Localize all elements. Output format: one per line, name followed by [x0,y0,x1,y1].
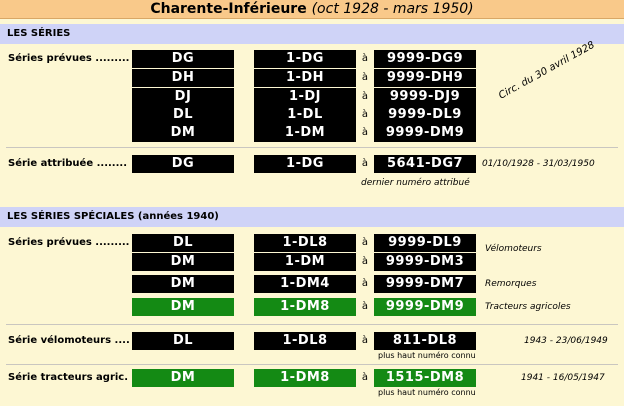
plate-from: 1-DG [254,155,356,173]
plate-to: 9999-DM9 [374,124,476,142]
to-separator: à [361,158,369,169]
plate-from: 1-DJ [254,88,356,106]
title-subtitle: (oct 1928 - mars 1950) [311,1,474,17]
plate-to: 811-DL8 [374,332,476,350]
plate-from: 1-DH [254,69,356,87]
plate-series: DM [132,298,234,316]
plate-series: DH [132,69,234,87]
to-separator: à [361,127,369,138]
tract-note: plus haut numéro connu [378,388,476,397]
section-header-series: LES SÉRIES [0,24,624,44]
plate-to: 1515-DM8 [374,369,476,387]
to-separator: à [361,278,369,289]
plate-series: DL [132,332,234,350]
plate-to: 5641-DG7 [374,155,476,173]
plate-from: 1-DM8 [254,298,356,316]
to-separator: à [361,335,369,346]
plate-to: 9999-DM9 [374,298,476,316]
plate-to: 9999-DM3 [374,253,476,271]
label-series-prevues: Séries prévues ......... [8,53,130,64]
plate-series: DL [132,106,234,124]
plate-series: DM [132,124,234,142]
row-note: Vélomoteurs [485,244,542,254]
plate-from: 1-DM [254,124,356,142]
plate-from: 1-DM [254,253,356,271]
to-separator: à [361,237,369,248]
plate-series: DG [132,155,234,173]
plate-from: 1-DL8 [254,234,356,252]
row-note: Tracteurs agricoles [485,302,571,312]
plate-to: 9999-DG9 [374,50,476,68]
plate-from: 1-DL8 [254,332,356,350]
label-series-prevues-2: Séries prévues ......... [8,237,130,248]
plate-series: DJ [132,88,234,106]
title-main: Charente-Inférieure [150,1,307,17]
plate-series: DM [132,253,234,271]
plate-series: DG [132,50,234,68]
plate-to: 9999-DM7 [374,275,476,293]
plate-series: DM [132,275,234,293]
plate-from: 1-DG [254,50,356,68]
plate-to: 9999-DL9 [374,106,476,124]
plate-series: DM [132,369,234,387]
divider [6,364,618,365]
label-serie-attribuee: Série attribuée ........ [8,158,127,169]
section-header-special: LES SÉRIES SPÉCIALES (années 1940) [0,207,624,227]
circular-note: Circ. du 30 avril 1928 [497,39,597,102]
tract-dates: 1941 - 16/05/1947 [521,373,605,383]
to-separator: à [361,91,369,102]
plate-from: 1-DM4 [254,275,356,293]
to-separator: à [361,256,369,267]
divider [6,147,618,148]
row-note: Remorques [485,279,537,289]
velo-note: plus haut numéro connu [378,351,476,360]
plate-series: DL [132,234,234,252]
label-serie-tracteurs: Série tracteurs agric. [8,372,129,383]
to-separator: à [361,53,369,64]
plate-to: 9999-DL9 [374,234,476,252]
plate-to: 9999-DJ9 [374,88,476,106]
attrib-note: dernier numéro attribué [361,178,470,188]
to-separator: à [361,72,369,83]
to-separator: à [361,301,369,312]
label-serie-velomoteurs: Série vélomoteurs .... [8,335,130,346]
to-separator: à [361,109,369,120]
velo-dates: 1943 - 23/06/1949 [524,336,608,346]
plate-from: 1-DM8 [254,369,356,387]
plate-to: 9999-DH9 [374,69,476,87]
to-separator: à [361,372,369,383]
divider [6,324,618,325]
plate-from: 1-DL [254,106,356,124]
page-title: Charente-Inférieure (oct 1928 - mars 195… [0,0,624,19]
attrib-dates: 01/10/1928 - 31/03/1950 [482,159,595,169]
